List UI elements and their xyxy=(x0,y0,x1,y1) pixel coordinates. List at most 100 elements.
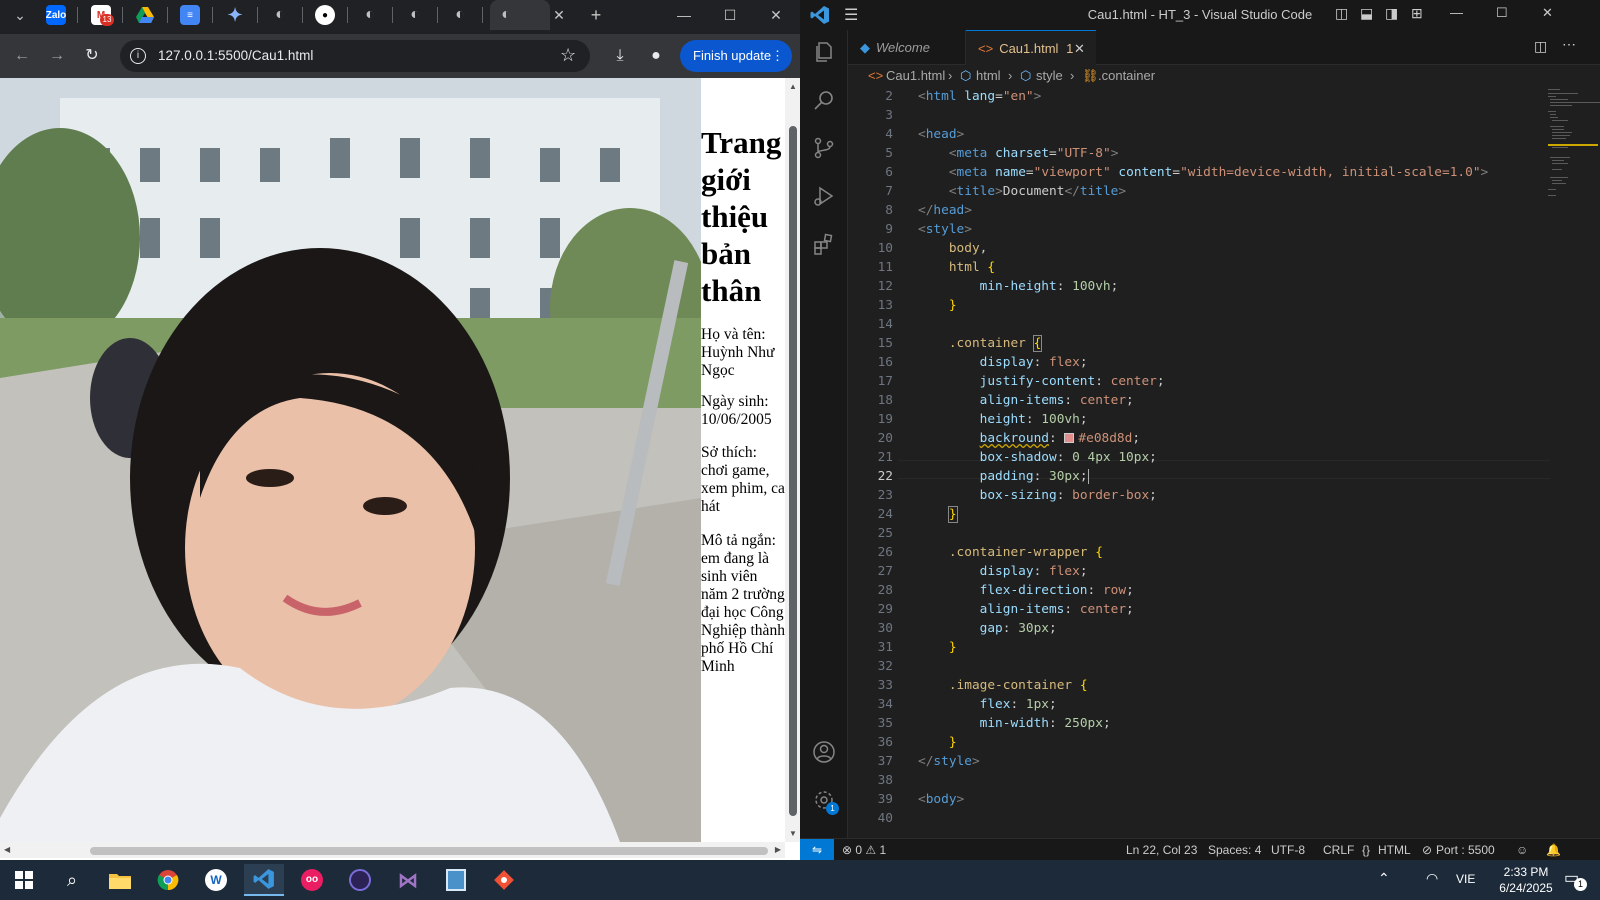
manage-gear-icon[interactable]: 1 xyxy=(812,788,839,815)
active-tab[interactable]: ◐ xyxy=(490,0,550,30)
breadcrumb-style[interactable]: style xyxy=(1036,65,1063,87)
notification-center-icon[interactable]: ▭ 1 xyxy=(1564,868,1587,891)
bookmark-star-icon[interactable]: ☆ xyxy=(560,45,576,66)
back-icon[interactable]: ← xyxy=(10,44,34,68)
google-docs-icon[interactable]: ≡ xyxy=(180,5,200,25)
cursor-position[interactable]: Ln 22, Col 23 xyxy=(1126,839,1197,861)
toggle-primary-sidebar-icon[interactable]: ◫ xyxy=(1335,5,1348,22)
visual-studio-icon[interactable]: ⋈ xyxy=(388,864,428,896)
gmail-badge: 13 xyxy=(100,14,114,26)
horizontal-scrollbar[interactable]: ◀ ▶ xyxy=(0,842,785,858)
code-line: <style> xyxy=(918,222,972,237)
more-actions-icon[interactable]: ⋯ xyxy=(1562,36,1576,53)
language-mode[interactable]: HTML xyxy=(1378,839,1411,861)
split-editor-icon[interactable]: ◫ xyxy=(1534,38,1547,55)
page-title: Trang giới thiệu bản thân xyxy=(701,125,782,308)
globe-icon[interactable]: ◐ xyxy=(450,5,470,25)
customize-layout-icon[interactable]: ⊞ xyxy=(1411,5,1423,22)
download-icon[interactable]: ⤓ xyxy=(608,44,632,68)
new-tab-icon[interactable]: + xyxy=(582,4,610,26)
live-server-port[interactable]: Port : 5500 xyxy=(1436,839,1495,861)
problems-indicator[interactable]: ⊗ 0 ⚠ 1 xyxy=(842,839,886,861)
maximize-icon[interactable]: ☐ xyxy=(716,4,744,26)
profile-photo xyxy=(0,78,701,842)
feedback-icon[interactable]: ☺ xyxy=(1516,839,1528,861)
reload-icon[interactable]: ↻ xyxy=(80,44,104,68)
tab-welcome[interactable]: ◆ Welcome xyxy=(848,30,966,65)
globe-icon[interactable]: ◐ xyxy=(405,5,425,25)
breadcrumb: <> Cau1.html › ⬡ html › ⬡ style › ⛓ .con… xyxy=(848,65,1600,87)
tab-cau1-label: Cau1.html xyxy=(999,41,1059,56)
zalo-icon[interactable]: Zalo xyxy=(46,5,66,25)
globe-icon[interactable]: ◐ xyxy=(360,5,380,25)
vertical-scrollbar[interactable]: ▲ ▼ xyxy=(785,78,800,842)
encoding[interactable]: UTF-8 xyxy=(1271,839,1305,861)
breadcrumb-file[interactable]: Cau1.html xyxy=(886,65,945,87)
accounts-icon[interactable] xyxy=(812,740,836,764)
minimize-icon[interactable]: — xyxy=(1450,5,1463,20)
run-debug-icon[interactable] xyxy=(812,184,836,208)
line-number: 29 xyxy=(877,602,893,617)
status-bar: ⇋ ⊗ 0 ⚠ 1 Ln 22, Col 23 Spaces: 4 UTF-8 … xyxy=(800,838,1600,861)
color-swatch[interactable] xyxy=(1064,433,1075,443)
vscode-taskbar-icon[interactable] xyxy=(244,864,284,896)
app-6-icon[interactable]: oo xyxy=(292,864,332,896)
line-number: 8 xyxy=(885,203,893,218)
remote-indicator-icon[interactable]: ⇋ xyxy=(800,839,834,861)
app-9-icon[interactable] xyxy=(436,864,476,896)
code-line: } xyxy=(947,506,958,523)
git-app-icon[interactable] xyxy=(484,864,524,896)
clock[interactable]: 2:33 PM 6/24/2025 xyxy=(1480,864,1572,896)
source-control-icon[interactable] xyxy=(812,136,836,160)
maximize-icon[interactable]: ☐ xyxy=(1496,5,1508,21)
profile-icon[interactable]: ● xyxy=(644,44,668,68)
input-language[interactable]: VIE xyxy=(1456,872,1475,886)
web-page: Trang giới thiệu bản thân Họ và tên: Huỳ… xyxy=(0,78,800,860)
close-tab-icon[interactable]: ✕ xyxy=(1074,31,1085,66)
search-icon[interactable]: ⌕ xyxy=(52,864,92,896)
app-7-icon[interactable] xyxy=(340,864,380,896)
windows-start-icon[interactable] xyxy=(4,864,44,896)
globe-icon[interactable]: ◐ xyxy=(270,5,290,25)
extensions-icon[interactable] xyxy=(812,232,836,256)
address-bar[interactable]: i 127.0.0.1:5500/Cau1.html ☆ xyxy=(120,40,590,72)
line-number: 39 xyxy=(877,792,893,807)
close-window-icon[interactable]: ✕ xyxy=(1542,5,1553,21)
line-number: 20 xyxy=(877,431,893,446)
line-number: 14 xyxy=(877,317,893,332)
more-options-icon[interactable]: ⋮ xyxy=(771,40,784,72)
breadcrumb-html[interactable]: html xyxy=(976,65,1001,87)
code-line: } xyxy=(948,640,957,655)
show-hidden-icons-icon[interactable]: ⌃ xyxy=(1378,870,1390,887)
notifications-bell-icon[interactable]: 🔔 xyxy=(1546,839,1561,861)
site-info-icon[interactable]: i xyxy=(130,48,146,64)
toggle-panel-icon[interactable]: ⬓ xyxy=(1360,5,1373,22)
url-text: 127.0.0.1:5500/Cau1.html xyxy=(158,48,314,63)
line-number: 5 xyxy=(885,146,893,161)
tab-search-button[interactable]: ⌄ xyxy=(6,4,34,26)
google-drive-icon[interactable] xyxy=(135,5,155,25)
line-number: 17 xyxy=(877,374,893,389)
minimize-icon[interactable]: — xyxy=(670,4,698,26)
code-editor[interactable]: 2 <html lang="en"> 3 4 <head> 5 <meta char… xyxy=(848,87,1600,838)
wifi-icon[interactable]: ◠ xyxy=(1426,870,1438,887)
line-ending[interactable]: CRLF xyxy=(1323,839,1354,861)
github-icon[interactable]: ● xyxy=(315,5,335,25)
explorer-icon[interactable] xyxy=(812,40,836,64)
breadcrumb-container[interactable]: .container xyxy=(1098,65,1155,87)
close-tab-icon[interactable]: ✕ xyxy=(545,4,573,26)
minimap[interactable] xyxy=(1546,87,1600,838)
indentation[interactable]: Spaces: 4 xyxy=(1208,839,1261,861)
tab-cau1-html[interactable]: <> Cau1.html 1 ✕ xyxy=(966,30,1096,65)
app-4-icon[interactable]: W xyxy=(196,864,236,896)
toggle-secondary-sidebar-icon[interactable]: ◨ xyxy=(1385,5,1398,22)
search-icon[interactable] xyxy=(812,88,836,112)
close-window-icon[interactable]: ✕ xyxy=(762,4,790,26)
line-number: 22 xyxy=(877,469,893,484)
finish-update-button[interactable]: Finish update ⋮ xyxy=(680,40,792,72)
code-line: flex-direction: row; xyxy=(979,583,1134,598)
file-explorer-icon[interactable] xyxy=(100,864,140,896)
gemini-icon[interactable]: ✦ xyxy=(225,5,245,25)
forward-icon[interactable]: → xyxy=(45,44,69,68)
chrome-icon[interactable] xyxy=(148,864,188,896)
